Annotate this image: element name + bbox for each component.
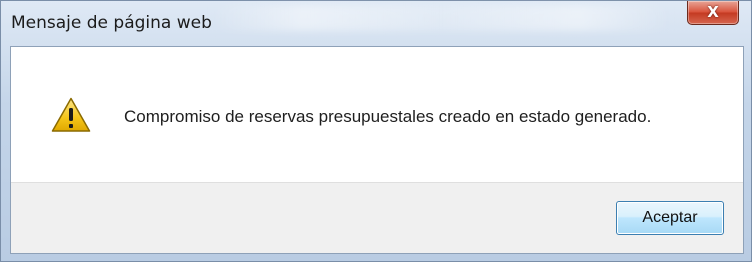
close-button[interactable]: X bbox=[687, 1, 739, 25]
dialog-title: Mensaje de página web bbox=[11, 13, 212, 33]
title-bar[interactable]: Mensaje de página web X bbox=[1, 1, 751, 45]
warning-icon bbox=[51, 97, 91, 132]
close-icon: X bbox=[707, 3, 719, 21]
dialog-footer: Aceptar bbox=[11, 182, 743, 253]
message-text: Compromiso de reservas presupuestales cr… bbox=[124, 107, 652, 126]
message-area: Compromiso de reservas presupuestales cr… bbox=[11, 47, 743, 184]
dialog-content: Compromiso de reservas presupuestales cr… bbox=[10, 46, 744, 254]
title-bar-background bbox=[211, 5, 671, 31]
accept-button[interactable]: Aceptar bbox=[616, 201, 724, 235]
message-dialog: Mensaje de página web X Compromiso de re… bbox=[0, 0, 752, 262]
